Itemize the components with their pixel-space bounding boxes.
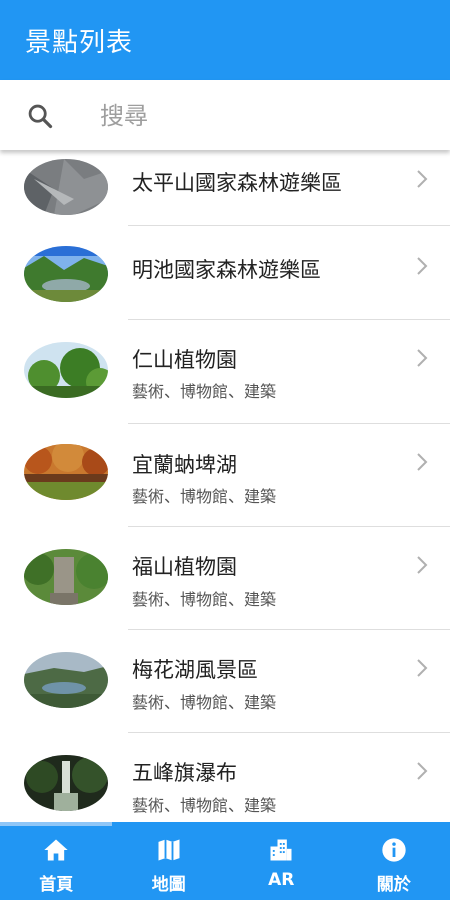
spot-thumbnail bbox=[24, 549, 108, 605]
nav-label: AR bbox=[268, 870, 295, 890]
chevron-right-icon bbox=[417, 762, 428, 780]
spot-title: 明池國家森林遊樂區 bbox=[132, 258, 321, 282]
nav-label: 關於 bbox=[376, 875, 411, 895]
spot-list[interactable]: 太平山國家森林遊樂區 明池國家森林遊樂區 仁山植物園 藝術、博物館、建築 宜蘭蚋… bbox=[0, 150, 450, 822]
selected-tab-indicator bbox=[0, 822, 112, 826]
search-input[interactable] bbox=[100, 94, 420, 138]
chevron-right-icon bbox=[417, 257, 428, 275]
home-icon bbox=[44, 839, 68, 861]
search-icon[interactable] bbox=[26, 102, 54, 130]
search-bar bbox=[0, 80, 450, 150]
nav-label: 首頁 bbox=[39, 875, 74, 895]
list-item[interactable]: 宜蘭蚋埤湖 藝術、博物館、建築 bbox=[0, 424, 450, 527]
nav-ar[interactable]: AR bbox=[225, 822, 338, 900]
nav-map[interactable]: 地圖 bbox=[113, 822, 226, 900]
list-item[interactable]: 梅花湖風景區 藝術、博物館、建築 bbox=[0, 630, 450, 733]
spot-subtitle: 藝術、博物館、建築 bbox=[132, 382, 277, 401]
spot-title: 梅花湖風景區 bbox=[132, 658, 258, 682]
nav-label: 地圖 bbox=[151, 875, 186, 895]
map-icon bbox=[158, 839, 180, 861]
spot-thumbnail bbox=[24, 342, 108, 398]
spot-thumbnail bbox=[24, 652, 108, 708]
bottom-navigation: 首頁 地圖 AR 關於 bbox=[0, 822, 450, 900]
chevron-right-icon bbox=[417, 556, 428, 574]
nav-about[interactable]: 關於 bbox=[338, 822, 450, 900]
spot-thumbnail bbox=[24, 444, 108, 500]
chevron-right-icon bbox=[417, 453, 428, 471]
spot-subtitle: 藝術、博物館、建築 bbox=[132, 590, 277, 609]
spot-title: 五峰旗瀑布 bbox=[132, 761, 237, 785]
info-icon bbox=[382, 838, 406, 862]
building-icon bbox=[270, 839, 292, 861]
spot-thumbnail bbox=[24, 755, 108, 811]
list-item[interactable]: 福山植物園 藝術、博物館、建築 bbox=[0, 527, 450, 630]
spot-subtitle: 藝術、博物館、建築 bbox=[132, 487, 277, 506]
spot-title: 太平山國家森林遊樂區 bbox=[132, 171, 342, 195]
app-bar: 景點列表 bbox=[0, 0, 450, 80]
list-item[interactable]: 五峰旗瀑布 藝術、博物館、建築 bbox=[0, 733, 450, 822]
spot-title: 福山植物園 bbox=[132, 555, 237, 579]
chevron-right-icon bbox=[417, 659, 428, 677]
spot-title: 仁山植物園 bbox=[132, 348, 237, 372]
list-item[interactable]: 太平山國家森林遊樂區 bbox=[0, 150, 450, 226]
nav-home[interactable]: 首頁 bbox=[0, 822, 113, 900]
spot-thumbnail bbox=[24, 246, 108, 302]
spot-subtitle: 藝術、博物館、建築 bbox=[132, 796, 277, 815]
chevron-right-icon bbox=[417, 170, 428, 188]
list-item[interactable]: 仁山植物園 藝術、博物館、建築 bbox=[0, 320, 450, 424]
chevron-right-icon bbox=[417, 349, 428, 367]
spot-subtitle: 藝術、博物館、建築 bbox=[132, 693, 277, 712]
page-title: 景點列表 bbox=[25, 27, 134, 58]
spot-thumbnail bbox=[24, 159, 108, 215]
list-item[interactable]: 明池國家森林遊樂區 bbox=[0, 226, 450, 320]
spot-title: 宜蘭蚋埤湖 bbox=[132, 453, 237, 477]
